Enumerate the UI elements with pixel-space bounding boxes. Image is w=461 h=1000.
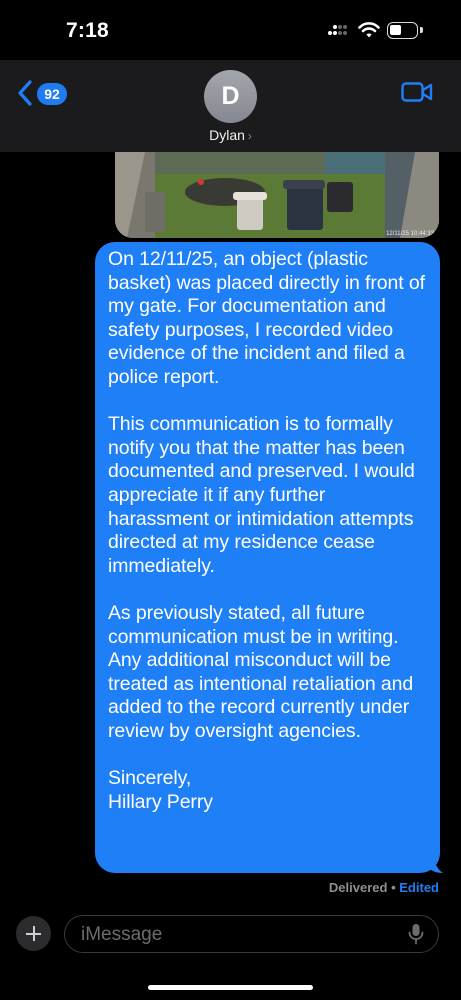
- message-paragraph-2: This communication is to formally notify…: [108, 413, 415, 577]
- message-paragraph-1: On 12/11/25, an object (plastic basket) …: [108, 248, 425, 388]
- conversation-header: 92 D Dylan ›: [0, 60, 461, 152]
- message-input[interactable]: [79, 916, 403, 954]
- cellular-signal-icon: [328, 24, 348, 39]
- chevron-left-icon[interactable]: [17, 80, 33, 106]
- battery-tip: [420, 27, 423, 33]
- chevron-right-icon: ›: [247, 129, 252, 143]
- video-camera-icon[interactable]: [401, 82, 433, 102]
- plus-button[interactable]: [16, 916, 51, 951]
- status-bar: 7:18: [0, 0, 461, 60]
- photo-timestamp: 12/11/25 10:44:33: [386, 231, 435, 237]
- edited-link[interactable]: Edited: [399, 880, 439, 895]
- bubble-tail: [426, 852, 443, 873]
- message-input-container[interactable]: [64, 915, 439, 954]
- contact-name: Dylan: [209, 127, 245, 143]
- wifi-icon: [358, 22, 380, 38]
- receipt-separator: •: [391, 880, 396, 895]
- photo-attachment[interactable]: 12/11/25 10:44:33: [115, 152, 439, 238]
- outgoing-message-bubble[interactable]: On 12/11/25, an object (plastic basket) …: [95, 242, 440, 873]
- microphone-icon[interactable]: [408, 923, 424, 945]
- unread-count-badge[interactable]: 92: [37, 83, 67, 105]
- status-time: 7:18: [66, 19, 109, 42]
- battery-icon: [387, 22, 418, 39]
- delivered-status: Delivered: [328, 880, 388, 895]
- home-indicator[interactable]: [148, 985, 313, 990]
- contact-name-button[interactable]: Dylan ›: [0, 127, 461, 143]
- delivery-receipt: Delivered • Edited: [329, 880, 439, 895]
- message-signature: Sincerely, Hillary Perry: [108, 767, 213, 813]
- message-paragraph-3: As previously stated, all future communi…: [108, 601, 414, 742]
- contact-avatar[interactable]: D: [204, 70, 257, 123]
